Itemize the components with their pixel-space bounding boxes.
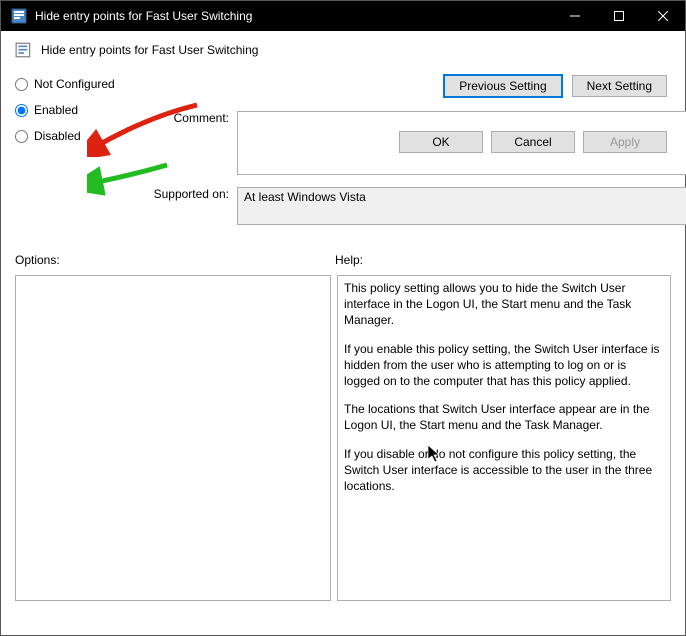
policy-header-icon [15, 41, 33, 59]
close-button[interactable] [641, 1, 685, 31]
help-label: Help: [335, 253, 363, 267]
policy-title: Hide entry points for Fast User Switchin… [41, 43, 258, 57]
ok-button[interactable]: OK [399, 131, 483, 153]
apply-button[interactable]: Apply [583, 131, 667, 153]
supported-on-text: At least Windows Vista [244, 190, 366, 204]
comment-label: Comment: [149, 111, 229, 175]
supported-label: Supported on: [133, 187, 229, 201]
titlebar: Hide entry points for Fast User Switchin… [1, 1, 685, 31]
help-paragraph: If you enable this policy setting, the S… [344, 341, 664, 390]
policy-header: Hide entry points for Fast User Switchin… [15, 41, 671, 59]
radio-not-configured-label: Not Configured [34, 77, 115, 91]
supported-on-box: At least Windows Vista [237, 187, 686, 225]
radio-disabled-input[interactable] [15, 130, 28, 143]
help-paragraph: The locations that Switch User interface… [344, 401, 664, 433]
window-title: Hide entry points for Fast User Switchin… [35, 9, 553, 23]
minimize-button[interactable] [553, 1, 597, 31]
radio-not-configured-input[interactable] [15, 78, 28, 91]
policy-icon [11, 8, 27, 24]
options-label: Options: [15, 253, 335, 267]
next-setting-button[interactable]: Next Setting [572, 75, 667, 97]
cancel-button[interactable]: Cancel [491, 131, 575, 153]
radio-enabled-input[interactable] [15, 104, 28, 117]
help-paragraph: This policy setting allows you to hide t… [344, 280, 664, 329]
help-panel[interactable]: This policy setting allows you to hide t… [337, 275, 671, 601]
maximize-button[interactable] [597, 1, 641, 31]
help-paragraph: If you disable or do not configure this … [344, 446, 664, 495]
options-panel[interactable] [15, 275, 331, 601]
radio-enabled-label: Enabled [34, 103, 78, 117]
radio-disabled-label: Disabled [34, 129, 81, 143]
previous-setting-button[interactable]: Previous Setting [444, 75, 561, 97]
